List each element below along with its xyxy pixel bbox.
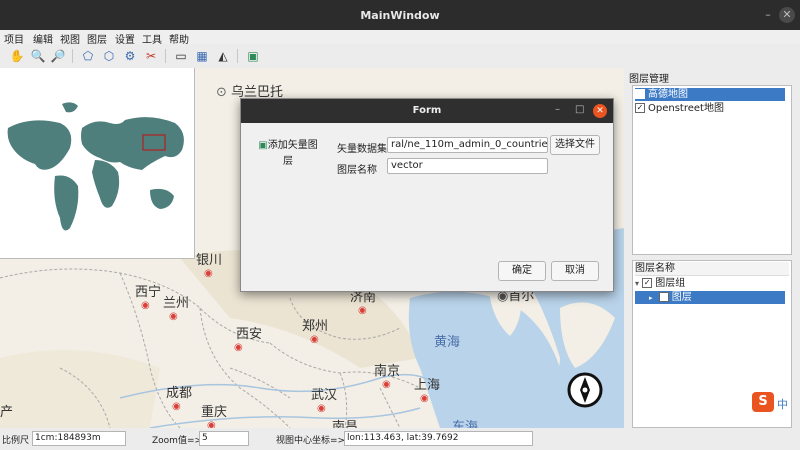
layer-name-label: 图层名称 [337,165,377,176]
measure-angle-icon[interactable]: ◭ [215,48,231,64]
measure-line-icon[interactable]: ▭ [173,48,189,64]
layer-tree-header: 图层名称 [635,262,789,276]
overview-map[interactable] [0,68,195,259]
add-vector-layer-button[interactable]: ▣添加矢量图层 [253,137,323,167]
overview-world-svg [7,102,184,231]
dialog-close-icon[interactable]: ✕ [593,104,607,118]
add-layer-icon[interactable]: ▣ [245,48,261,64]
measure-area-icon[interactable]: ▦ [194,48,210,64]
scale-label: 比例尺 [2,436,30,446]
toolbar: ✋ 🔍 🔎 ⬠ ⬡ ⚙ ✂ ▭ ▦ ◭ ▣ [0,44,800,69]
right-panel: 图层管理 ✓ 高德地图 ✓ Openstreet地图 图层名称 ▾ ✓ 图层组 ▸ 图… [624,68,800,428]
city-xian: 西安 ◉ [234,327,263,353]
menu-bar: 项目 编辑 视图 图层 设置 工具 帮助 [0,30,800,46]
compass-icon[interactable] [567,372,603,408]
layer-child-item[interactable]: ▸ 图层 [635,291,785,304]
status-bar: 比例尺 1cm:184893m Zoom值=> 5 视图中心坐标=> lon:1… [0,428,800,450]
city-shanghai: 上海 ◉ [414,378,441,404]
layer-item-gaode[interactable]: ✓ 高德地图 [635,88,785,101]
city-nanjing: 南京 ◉ [374,364,401,390]
city-chongqing: 重庆 ◉ [201,405,228,428]
layer-name-field[interactable]: vector [387,158,548,174]
window-title: MainWindow [360,9,440,22]
zoom-field[interactable]: 5 [199,431,249,446]
city-nanchang: 南昌 [332,420,359,428]
add-layer-icon: ▣ [258,140,268,151]
city-wuhan: 武汉 ◉ [311,388,338,414]
chevron-right-icon[interactable]: ▸ [649,294,653,302]
sea-donghai: 东海 [452,420,479,428]
city-lanzhou: 兰州 ◉ [163,296,190,322]
zoom-label: Zoom值=> [152,436,203,446]
pan-hand-icon[interactable]: ✋ [9,48,25,64]
city-zhengzhou: 郑州 ◉ [302,319,329,345]
layer-manager-header: 图层管理 [629,74,669,85]
checkbox-unchecked-icon[interactable] [658,292,669,302]
layer-manager-list: ✓ 高德地图 ✓ Openstreet地图 [632,85,792,255]
city-chengdu: 成都 ◉ [166,386,193,412]
edit-polygon-icon[interactable]: ⬡ [101,48,117,64]
ok-button[interactable]: 确定 [498,261,546,281]
toolbar-separator [165,49,166,63]
node-tool-icon[interactable]: ⚙ [122,48,138,64]
city-yinchuan: 银川 ◉ [196,253,223,279]
zoom-out-icon[interactable]: 🔎 [50,48,66,64]
zoom-in-icon[interactable]: 🔍 [30,48,46,64]
window-close-button[interactable]: ✕ [779,7,795,23]
dialog-minimize-icon[interactable]: – [555,104,560,115]
checkbox-checked-icon[interactable]: ✓ [635,89,645,99]
layer-item-openstreet[interactable]: ✓ Openstreet地图 [635,102,724,115]
minimize-button[interactable]: – [760,7,776,23]
choose-file-button[interactable]: 选择文件 [550,135,600,155]
ime-mode-label[interactable]: 中 [777,396,788,412]
sea-huanghai: 黄海 [434,335,461,350]
layer-group-item[interactable]: ▾ ✓ 图层组 [635,277,685,290]
checkbox-checked-icon[interactable]: ✓ [635,103,645,113]
city-partial-left: 产 [0,405,14,420]
vector-dataset-label: 矢量数据集 [337,144,387,155]
city-xining: 西宁 ◉ [135,285,162,311]
toolbar-separator [237,49,238,63]
scale-field[interactable]: 1cm:184893m [32,431,126,446]
ime-logo-icon[interactable]: S [752,392,774,412]
center-coord-field[interactable]: lon:113.463, lat:39.7692 [344,431,533,446]
form-dialog: Form – □ ✕ ▣添加矢量图层 矢量数据集 ral/ne_110m_adm… [240,98,614,292]
center-coord-label: 视图中心坐标=> [276,436,346,446]
toolbar-separator [72,49,73,63]
checkbox-checked-icon[interactable]: ✓ [642,278,653,288]
dialog-titlebar: Form – □ ✕ [241,99,613,123]
dialog-maximize-icon[interactable]: □ [575,104,584,115]
delete-feature-icon[interactable]: ✂ [143,48,159,64]
cancel-button[interactable]: 取消 [551,261,599,281]
vector-dataset-field[interactable]: ral/ne_110m_admin_0_countries.shp [387,137,548,153]
chevron-down-icon[interactable]: ▾ [635,279,639,288]
window-titlebar: MainWindow – ✕ [0,0,800,30]
draw-polygon-icon[interactable]: ⬠ [80,48,96,64]
